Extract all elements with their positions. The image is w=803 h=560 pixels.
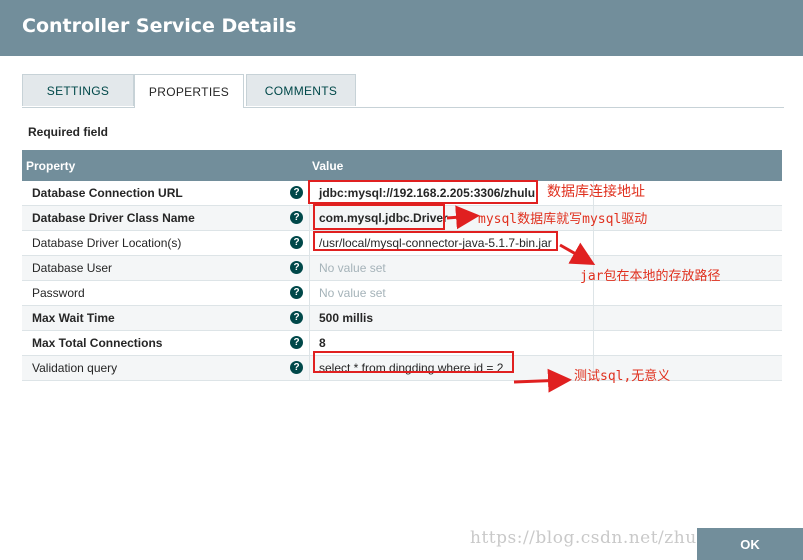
arrow-icon [513, 368, 572, 393]
arrow-icon [559, 242, 596, 265]
annotation-jar: jar包在本地的存放路径 [580, 269, 721, 284]
arrow-icon [446, 205, 480, 230]
ok-button[interactable]: OK [697, 528, 803, 560]
annotation-query: 测试sql,无意义 [574, 369, 671, 384]
annotation-url: 数据库连接地址 [547, 184, 645, 200]
annotation-driver: mysql数据库就写mysql驱动 [478, 212, 648, 227]
